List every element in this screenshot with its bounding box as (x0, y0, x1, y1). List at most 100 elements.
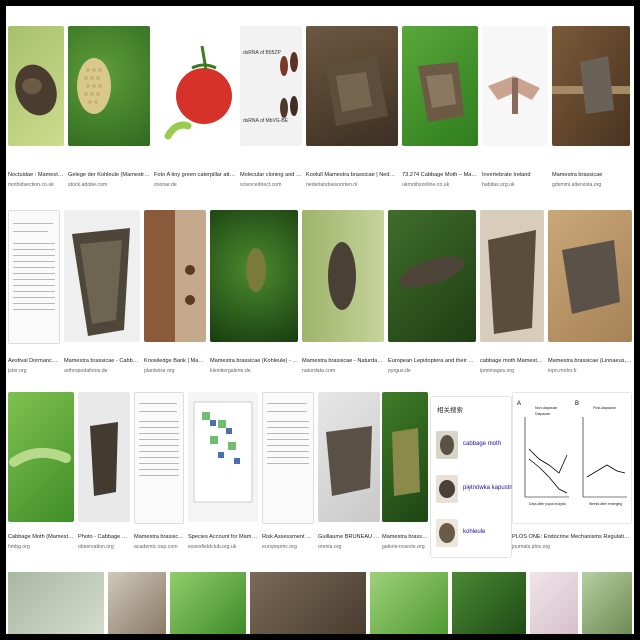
result-title[interactable]: Mamestra brassicae - Cabbage Moth ... (64, 358, 140, 365)
result-card-14[interactable]: European Lepidoptera and their ecology: … (388, 210, 476, 382)
result-domain[interactable]: nederlandsesoorten.nl (306, 182, 398, 189)
result-title[interactable]: Koolull Mamestra brassicae | Nederlands … (306, 172, 398, 179)
result-image[interactable] (134, 392, 184, 524)
result-image[interactable] (402, 26, 478, 146)
result-domain[interactable]: europepmc.org (262, 544, 314, 551)
result-image[interactable] (382, 392, 428, 522)
result-domain[interactable]: sciencedirect.com (240, 182, 302, 189)
related-search-item[interactable]: piętnówka kapustnica (436, 475, 520, 503)
result-card-17[interactable]: Cabbage Moth (Mamestra bra... hmbg.org (8, 392, 74, 564)
result-card-24[interactable]: A B Non-diapause Diapause Post-diapause … (512, 392, 632, 564)
result-title[interactable]: Foto A tiny green caterpillar attempting… (154, 172, 236, 179)
result-image[interactable] (8, 392, 74, 522)
result-image[interactable] (78, 392, 130, 522)
result-domain[interactable]: naturdata.com (302, 368, 384, 375)
result-domain[interactable]: hmbg.org (8, 544, 74, 551)
result-title[interactable]: Species Account for Mamestra br... (188, 534, 258, 541)
result-card-15[interactable]: cabbage moth Mamestra bra... ipmimages.o… (480, 210, 544, 382)
result-domain[interactable]: jstor.org (8, 368, 60, 375)
result-title[interactable]: Mamestra brassicae - Naturdata - Biodiv.… (302, 358, 384, 365)
partial-result-image[interactable] (370, 572, 448, 634)
result-domain[interactable]: kleintiergalerie.de (210, 368, 298, 375)
result-image[interactable] (552, 26, 630, 146)
result-title[interactable]: Risk Assessment Studi... (262, 534, 314, 541)
result-title[interactable]: Molecular cloning and RNA int... (240, 172, 302, 179)
result-title[interactable]: Mamestra brassicae N... (134, 534, 184, 541)
result-title[interactable]: Photo - Cabbage Moth ... (78, 534, 130, 541)
result-domain[interactable]: arthropodafotos.de (64, 368, 140, 375)
result-domain[interactable]: observation.org (78, 544, 130, 551)
result-title[interactable]: cabbage moth Mamestra bra... (480, 358, 544, 365)
result-title[interactable]: 73.274 Cabbage Moth – Mamestra ... (402, 172, 478, 179)
result-title[interactable]: Mamestra brassicae (Linnaeus, 1758) - Br… (548, 358, 632, 365)
result-title[interactable]: Noctuidae : Mamestra b... (8, 172, 64, 179)
result-title[interactable]: European Lepidoptera and their ecology: … (388, 358, 476, 365)
result-image[interactable] (302, 210, 384, 342)
result-card-7[interactable]: Invertebrate Ireland habitas.org.uk (482, 26, 548, 196)
result-image[interactable] (548, 210, 632, 342)
result-title[interactable]: Cabbage Moth (Mamestra bra... (8, 534, 74, 541)
result-image[interactable] (480, 210, 544, 342)
partial-result-image[interactable] (452, 572, 526, 634)
partial-result-image[interactable] (170, 572, 246, 634)
result-card-23[interactable]: Mamestra brassicae - w... galerie-insect… (382, 392, 428, 564)
result-card-8[interactable]: Mamestra brassicae gdsmmi.altervista.org (552, 26, 630, 196)
result-domain[interactable]: gdsmmi.altervista.org (552, 182, 630, 189)
result-domain[interactable]: ukmothsonline.co.uk (402, 182, 478, 189)
result-title[interactable]: Invertebrate Ireland (482, 172, 548, 179)
partial-result-image[interactable] (582, 572, 632, 634)
result-domain[interactable]: mothidsection.co.uk (8, 182, 64, 189)
result-image[interactable] (154, 26, 236, 146)
result-image[interactable] (68, 26, 150, 146)
result-image[interactable] (188, 392, 258, 522)
result-card-1[interactable]: Noctuidae : Mamestra b... mothidsection.… (8, 26, 64, 196)
result-card-5[interactable]: Koolull Mamestra brassicae | Nederlands … (306, 26, 398, 196)
result-title[interactable]: Aestival Dormancy in t... (8, 358, 60, 365)
result-domain[interactable]: academic.oup.com (134, 544, 184, 551)
result-title[interactable]: Mamestra brassicae (552, 172, 630, 179)
result-image[interactable]: A B Non-diapause Diapause Post-diapause … (512, 392, 632, 524)
result-domain[interactable]: habitas.org.uk (482, 182, 548, 189)
partial-result-image[interactable] (530, 572, 578, 634)
related-search-thumb[interactable] (436, 475, 458, 503)
result-domain[interactable]: inpn.mnhn.fr (548, 368, 632, 375)
result-card-13[interactable]: Mamestra brassicae - Naturdata - Biodiv.… (302, 210, 384, 382)
result-domain[interactable]: essexfieldclub.org.uk (188, 544, 258, 551)
result-domain[interactable]: zoonar.de (154, 182, 236, 189)
result-domain[interactable]: pyrgus.de (388, 368, 476, 375)
result-card-10[interactable]: Mamestra brassicae - Cabbage Moth ... ar… (64, 210, 140, 382)
result-card-4[interactable]: dsRNA of B55ZP dsRNA of MbVG-BE Molecula… (240, 26, 302, 196)
result-card-20[interactable]: Species Account for Mamestra br... essex… (188, 392, 258, 564)
result-image[interactable] (144, 210, 206, 342)
result-image[interactable]: dsRNA of B55ZP dsRNA of MbVG-BE (240, 26, 302, 146)
related-search-label[interactable]: cabbage moth (463, 441, 501, 447)
result-image[interactable] (64, 210, 140, 342)
partial-result-image[interactable] (250, 572, 366, 634)
related-search-thumb[interactable] (436, 431, 458, 459)
related-search-item[interactable]: cabbage moth (436, 431, 506, 459)
result-image[interactable] (8, 210, 60, 344)
result-domain[interactable]: journals.plos.org (512, 544, 632, 551)
result-domain[interactable]: galerie-insecte.org (382, 544, 428, 551)
result-title[interactable]: Mamestra brassicae - w... (382, 534, 428, 541)
result-title[interactable]: Knowledge Bank | Mamestra... (144, 358, 206, 365)
related-search-thumb[interactable] (436, 519, 458, 547)
result-domain[interactable]: ipmimages.org (480, 368, 544, 375)
partial-result-image[interactable] (108, 572, 166, 634)
result-title[interactable]: PLOS ONE: Endocrine Mechanisms Regulatin… (512, 534, 632, 541)
result-image[interactable] (8, 26, 64, 146)
result-card-9[interactable]: Aestival Dormancy in t... jstor.org (8, 210, 60, 382)
related-search-item[interactable]: kohleule (436, 519, 506, 547)
result-image[interactable] (306, 26, 398, 146)
result-card-3[interactable]: Foto A tiny green caterpillar attempting… (154, 26, 236, 196)
related-search-label[interactable]: kohleule (463, 529, 485, 535)
result-title[interactable]: Gelege der Kohleule (Mamestra brassicae … (68, 172, 150, 179)
result-image[interactable] (210, 210, 298, 342)
result-card-16[interactable]: Mamestra brassicae (Linnaeus, 1758) - Br… (548, 210, 632, 382)
result-title[interactable]: Mamestra brassicae (Kohleule) - Kleintie… (210, 358, 298, 365)
result-card-22[interactable]: Guillaume BRUNEAU - Photo... orenia.org (318, 392, 380, 564)
result-card-12[interactable]: Mamestra brassicae (Kohleule) - Kleintie… (210, 210, 298, 382)
result-domain[interactable]: stock.adobe.com (68, 182, 150, 189)
result-image[interactable] (318, 392, 380, 522)
result-card-2[interactable]: Gelege der Kohleule (Mamestra brassicae … (68, 26, 150, 196)
